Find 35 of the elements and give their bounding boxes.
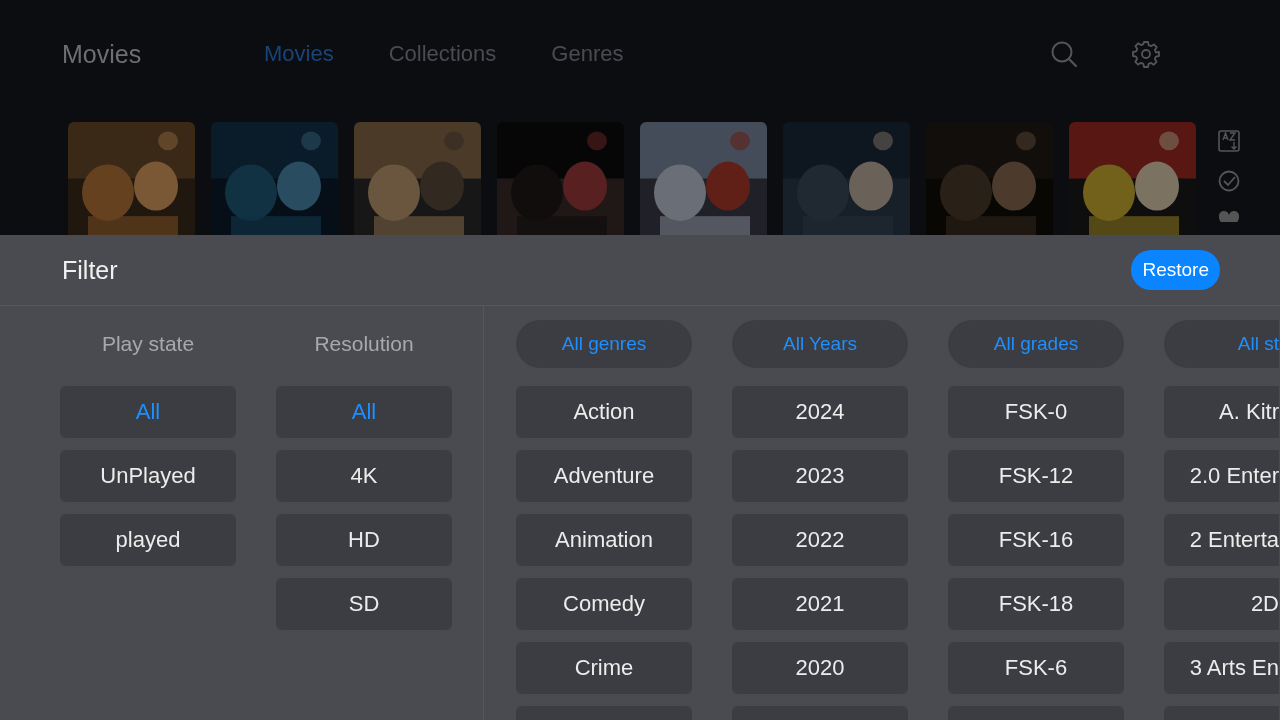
option-button[interactable]: 2021	[732, 578, 908, 630]
option-button[interactable]: FSK-0	[948, 386, 1124, 438]
option-button[interactable]: FSK-18	[948, 578, 1124, 630]
search-icon[interactable]	[1050, 40, 1078, 68]
sort-icon[interactable]	[1218, 130, 1240, 152]
option-button[interactable]: 2024	[732, 386, 908, 438]
option-button[interactable]: A. Kitr	[1164, 386, 1279, 438]
option-button[interactable]: FSK-6	[948, 642, 1124, 694]
option-button[interactable]: 2 Enterta	[1164, 514, 1279, 566]
restore-button[interactable]: Restore	[1131, 250, 1220, 290]
option-button[interactable]: 2023	[732, 450, 908, 502]
option-button[interactable]: played	[60, 514, 236, 566]
option-button[interactable]: SD	[276, 578, 452, 630]
option-button[interactable]: 2022	[732, 514, 908, 566]
column-heading: Play state	[100, 331, 196, 357]
option-button[interactable]: Animation	[516, 514, 692, 566]
option-button[interactable]: Adventure	[516, 450, 692, 502]
option-button[interactable]: 2D	[1164, 578, 1279, 630]
column-heading: Resolution	[313, 331, 415, 357]
check-circle-icon[interactable]	[1218, 170, 1240, 192]
option-button[interactable]: 2.0 Enter	[1164, 450, 1279, 502]
option-button[interactable]: HD	[276, 514, 452, 566]
heart-icon[interactable]	[1218, 210, 1240, 222]
option-button[interactable]: FSK-12	[948, 450, 1124, 502]
option-button[interactable]: Comedy	[516, 578, 692, 630]
option-button[interactable]: Crime	[516, 642, 692, 694]
option-button[interactable]: 2020	[732, 642, 908, 694]
option-button[interactable]: 3 Arts En	[1164, 642, 1279, 694]
option-button[interactable]: UnPlayed	[60, 450, 236, 502]
option-button[interactable]: FSK-16	[948, 514, 1124, 566]
option-button[interactable]: Action	[516, 386, 692, 438]
app-title: Movies	[62, 39, 143, 69]
panel-title: Filter	[62, 255, 118, 285]
settings-icon[interactable]	[1132, 40, 1160, 68]
option-button[interactable]: 4K	[276, 450, 452, 502]
